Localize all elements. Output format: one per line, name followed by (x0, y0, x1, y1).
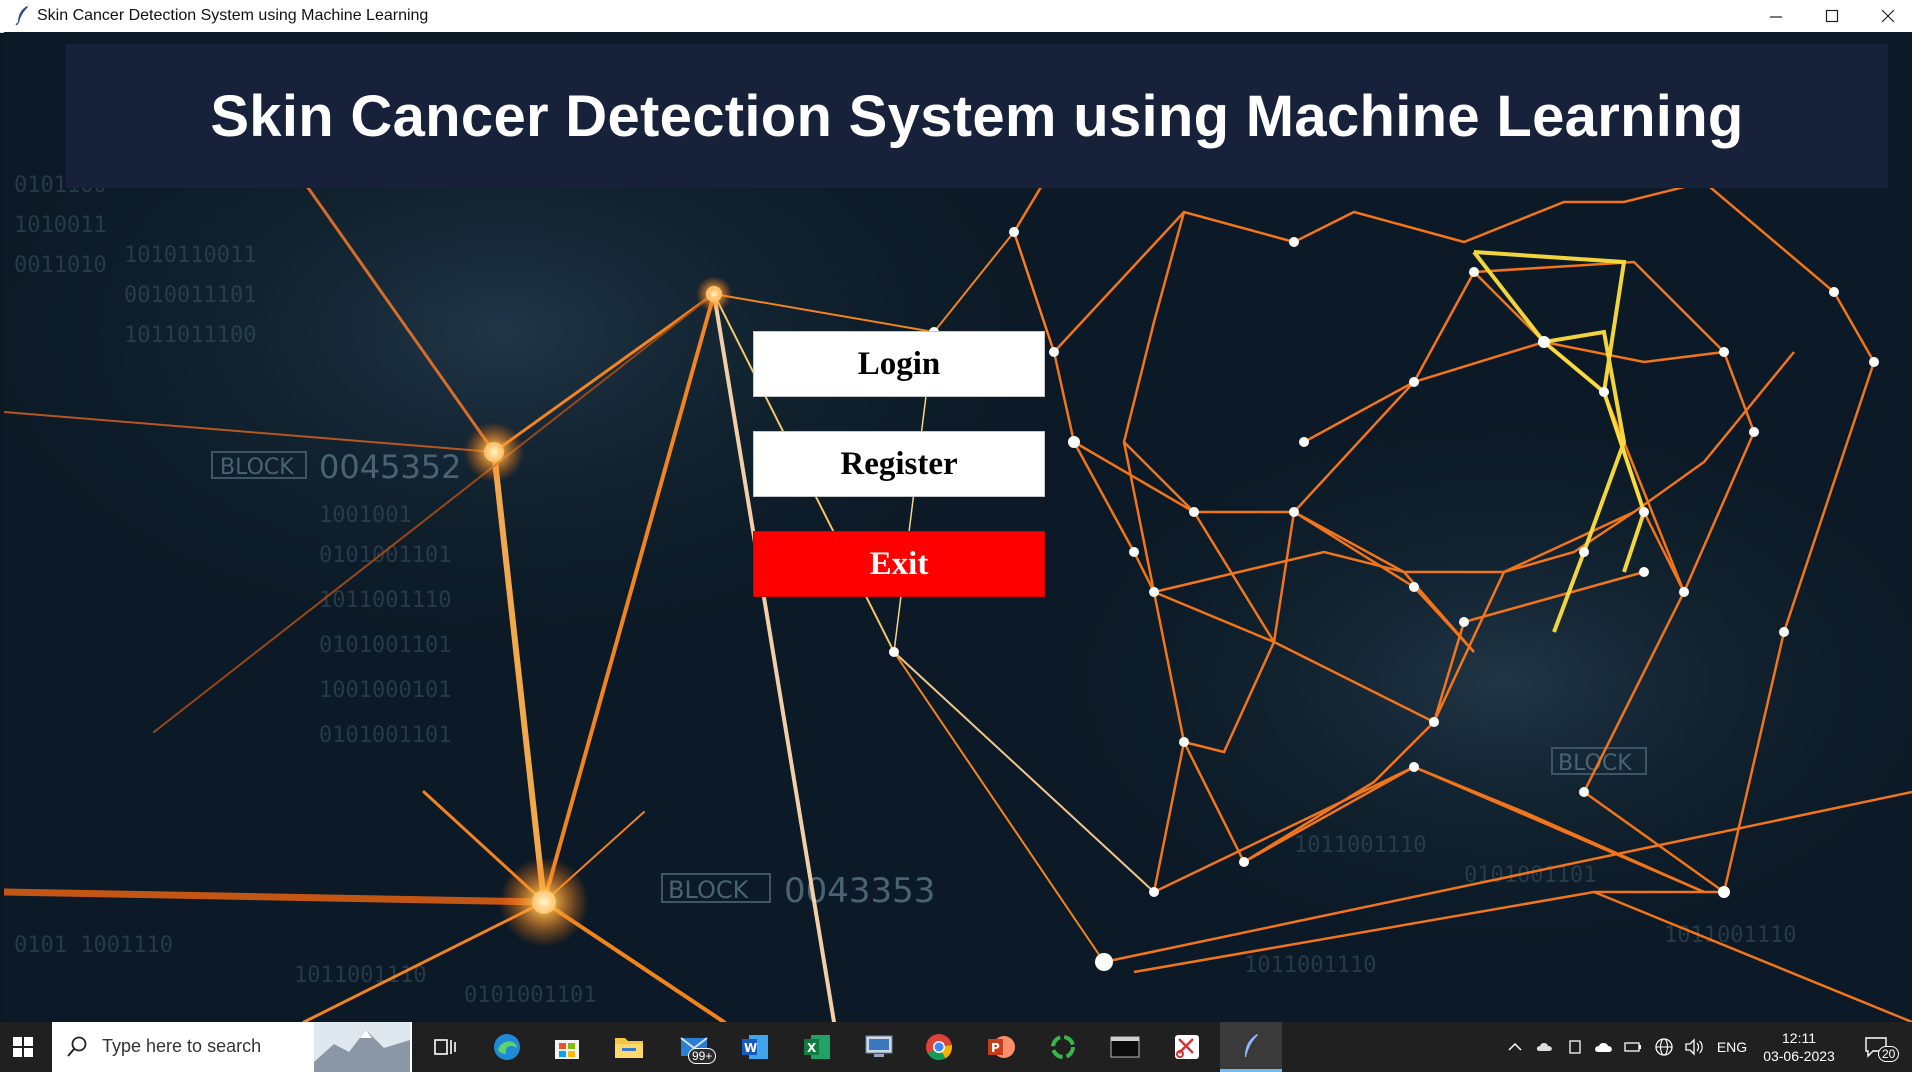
register-button[interactable]: Register (753, 431, 1045, 497)
window-title-bar: Skin Cancer Detection System using Machi… (0, 0, 1912, 33)
notification-count: 20 (1878, 1046, 1900, 1062)
remote-desktop-icon (865, 1035, 893, 1057)
svg-text:1011001110: 1011001110 (319, 588, 451, 613)
notification-center-button[interactable]: 20 (1852, 1022, 1900, 1072)
folder-icon (615, 1038, 643, 1058)
terminal-taskbar-button[interactable] (1098, 1022, 1152, 1072)
svg-text:0101001101: 0101001101 (319, 723, 451, 748)
minimize-button[interactable] (1748, 0, 1804, 32)
svg-text:1011011100: 1011011100 (124, 323, 256, 348)
login-button[interactable]: Login (753, 331, 1045, 397)
tray-volume-button[interactable] (1680, 1022, 1708, 1072)
svg-text:1011001110: 1011001110 (294, 963, 426, 988)
snipping-tool-taskbar-button[interactable] (1160, 1022, 1214, 1072)
svg-text:1001000101: 1001000101 (319, 678, 451, 703)
svg-text:0101001101: 0101001101 (319, 633, 451, 658)
excel-icon: X (804, 1035, 830, 1059)
feather-icon (15, 6, 28, 25)
tray-device-icon-button[interactable] (1562, 1022, 1588, 1072)
edge-icon (494, 1034, 520, 1060)
speaker-icon (1685, 1038, 1703, 1056)
svg-text:0101001101: 0101001101 (319, 543, 451, 568)
block-number-2: 0043353 (784, 871, 935, 911)
clock-time: 12:11 (1782, 1030, 1816, 1046)
svg-text:1010110011: 1010110011 (124, 243, 256, 268)
block-label-1: BLOCK (220, 455, 294, 480)
search-highlight-image (314, 1022, 410, 1072)
store-taskbar-button[interactable] (542, 1022, 592, 1072)
word-icon: W (742, 1035, 768, 1059)
mail-badge: 99+ (688, 1048, 717, 1064)
svg-text:1011001110: 1011001110 (1294, 833, 1426, 858)
powerpoint-icon: P (988, 1036, 1015, 1058)
chrome-taskbar-button[interactable] (912, 1022, 966, 1072)
window-title: Skin Cancer Detection System using Machi… (37, 7, 429, 24)
battery-icon (1624, 1042, 1641, 1052)
svg-text:W: W (744, 1041, 757, 1055)
maximize-icon (1825, 9, 1839, 23)
svg-text:X: X (807, 1041, 817, 1055)
word-taskbar-button[interactable]: W (728, 1022, 782, 1072)
svg-text:1011001110: 1011001110 (1244, 953, 1376, 978)
header-banner: Skin Cancer Detection System using Machi… (66, 44, 1888, 188)
tray-clock-button[interactable]: 12:11 03-06-2023 (1756, 1022, 1842, 1072)
svg-text:1010011: 1010011 (14, 213, 107, 238)
excel-taskbar-button[interactable]: X (790, 1022, 844, 1072)
mail-taskbar-button[interactable]: 99+ (664, 1022, 726, 1072)
close-icon (1881, 9, 1895, 23)
file-explorer-taskbar-button[interactable] (602, 1022, 656, 1072)
globe-icon (1655, 1038, 1673, 1056)
chrome-icon (926, 1034, 952, 1061)
minimize-icon (1770, 16, 1782, 18)
svg-text:0101001101: 0101001101 (1464, 863, 1596, 888)
exit-button[interactable]: Exit (753, 531, 1045, 597)
svg-text:1001001: 1001001 (319, 503, 412, 528)
cloud-drive-icon (1536, 1043, 1552, 1051)
edge-taskbar-button[interactable] (482, 1022, 532, 1072)
tray-network-button[interactable] (1650, 1022, 1678, 1072)
block-label-2: BLOCK (668, 876, 750, 904)
remote-desktop-taskbar-button[interactable] (852, 1022, 906, 1072)
snipping-tool-icon (1175, 1035, 1199, 1059)
svg-text:1011001110: 1011001110 (1664, 923, 1796, 948)
language-indicator: ENG (1716, 1039, 1748, 1055)
chevron-up-icon (1508, 1042, 1522, 1051)
svg-text:0010011101: 0010011101 (124, 283, 256, 308)
loading-app-taskbar-button[interactable] (1036, 1022, 1090, 1072)
page-title: Skin Cancer Detection System using Machi… (210, 83, 1744, 149)
feather-icon (1245, 1033, 1258, 1057)
taskbar-search-box[interactable]: Type here to search (52, 1022, 412, 1072)
start-button[interactable] (0, 1022, 46, 1072)
taskbar: Type here to search 99+ W X P ENG 12:11 … (0, 1022, 1912, 1072)
powerpoint-taskbar-button[interactable]: P (974, 1022, 1028, 1072)
microsoft-store-icon (555, 1040, 579, 1059)
search-placeholder: Type here to search (102, 1036, 262, 1056)
python-app-taskbar-button[interactable] (1220, 1022, 1282, 1072)
terminal-icon (1110, 1036, 1140, 1058)
tray-language-button[interactable]: ENG (1714, 1022, 1750, 1072)
show-hidden-icons-button[interactable] (1502, 1022, 1528, 1072)
search-icon (67, 1036, 87, 1057)
svg-text:0101001101: 0101001101 (464, 983, 596, 1008)
app-window: 0101100 1010011 0011010 1010110011 00100… (4, 32, 1912, 1022)
tray-battery-button[interactable] (1620, 1022, 1646, 1072)
task-view-button[interactable] (420, 1022, 470, 1072)
device-icon (1569, 1040, 1581, 1054)
windows-start-icon (13, 1037, 33, 1057)
circular-app-icon (1051, 1035, 1075, 1059)
svg-text:P: P (991, 1041, 1000, 1055)
task-view-icon (434, 1039, 456, 1055)
tray-network-drive-icon-button[interactable] (1532, 1022, 1558, 1072)
clock-date: 03-06-2023 (1763, 1048, 1835, 1064)
onedrive-icon (1595, 1043, 1612, 1052)
svg-text:0011010: 0011010 (14, 253, 107, 278)
tray-onedrive-button[interactable] (1590, 1022, 1618, 1072)
maximize-button[interactable] (1804, 0, 1860, 32)
close-button[interactable] (1860, 0, 1912, 32)
block-number-1: 0045352 (319, 448, 462, 486)
svg-text:0101 1001110: 0101 1001110 (14, 933, 173, 958)
